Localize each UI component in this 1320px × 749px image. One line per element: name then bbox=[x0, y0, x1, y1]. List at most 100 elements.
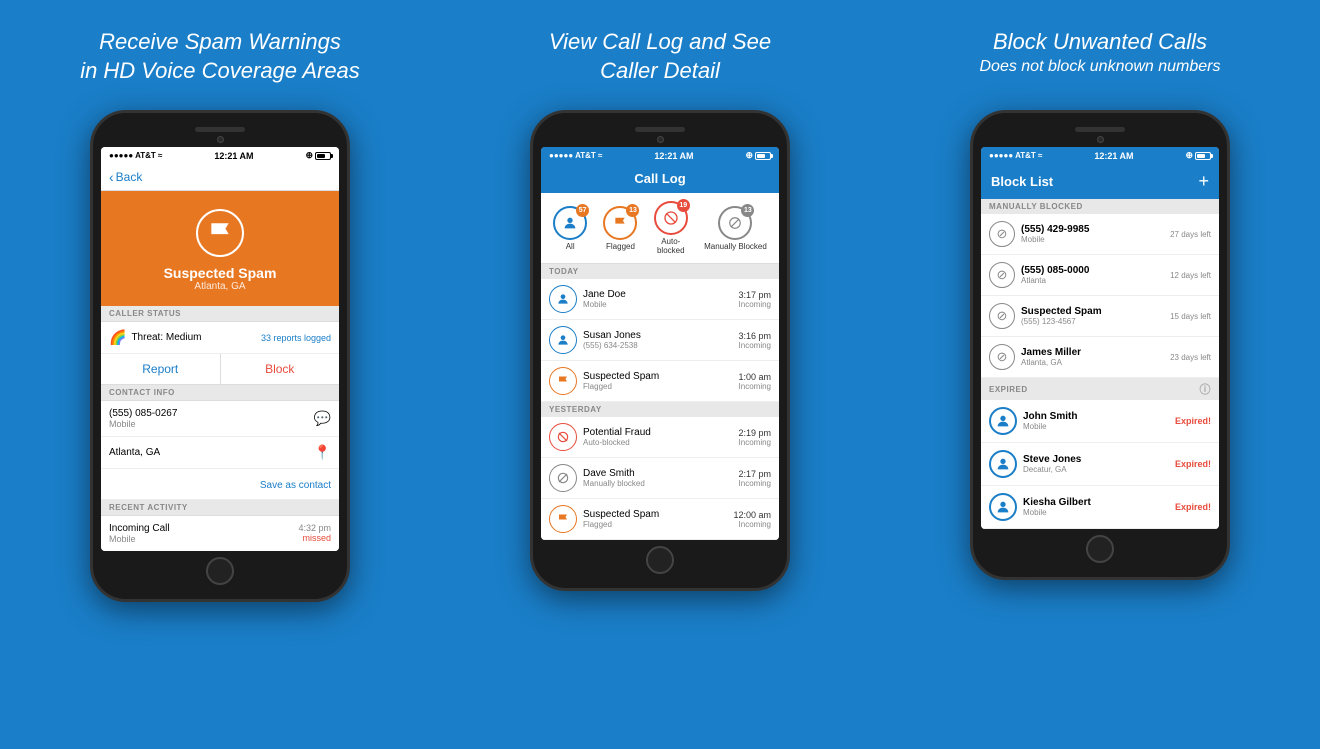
susan-sub: (555) 634-2538 bbox=[583, 341, 732, 350]
block-row-2[interactable]: ⊘ Suspected Spam (555) 123-4567 15 days … bbox=[981, 296, 1219, 337]
call-row-jane[interactable]: Jane Doe Mobile 3:17 pm Incoming bbox=[541, 279, 779, 320]
expired-name-2: Kiesha Gilbert bbox=[1023, 497, 1169, 508]
contact-address-row: Atlanta, GA 📍 bbox=[101, 437, 339, 469]
home-button-3[interactable] bbox=[1086, 535, 1114, 563]
call-row-fraud[interactable]: Potential Fraud Auto-blocked 2:19 pm Inc… bbox=[541, 417, 779, 458]
person-jane-icon bbox=[556, 292, 570, 306]
call-row-spam-yesterday[interactable]: Suspected Spam Flagged 12:00 am Incoming bbox=[541, 499, 779, 540]
call-row-susan[interactable]: Susan Jones (555) 634-2538 3:16 pm Incom… bbox=[541, 320, 779, 361]
caller-name: Suspected Spam bbox=[164, 265, 277, 281]
panel-spam-warnings: Receive Spam Warnings in HD Voice Covera… bbox=[0, 0, 440, 749]
block-name-1: (555) 085-0000 bbox=[1021, 265, 1164, 276]
tab-flagged[interactable]: 13 Flagged bbox=[603, 206, 637, 251]
expired-sub-2: Mobile bbox=[1023, 508, 1169, 517]
status-bar-2: ●●●●● AT&T ≈ 12:21 AM ⊕ bbox=[541, 147, 779, 164]
block-icon-2: ⊘ bbox=[989, 303, 1015, 329]
block-days-2: 15 days left bbox=[1170, 312, 1211, 321]
call-log-tabs: 57 All 13 Flagged bbox=[541, 193, 779, 264]
block-row-0[interactable]: ⊘ (555) 429-9985 Mobile 27 days left bbox=[981, 214, 1219, 255]
back-button-1[interactable]: ‹ Back bbox=[109, 169, 142, 185]
tab-autoblocked-label: Auto-blocked bbox=[657, 237, 685, 255]
home-button-2[interactable] bbox=[646, 546, 674, 574]
expired-info-icon: ⓘ bbox=[1200, 381, 1212, 397]
save-contact-link[interactable]: Save as contact bbox=[260, 480, 331, 491]
carrier-2: ●●●●● AT&T ≈ bbox=[549, 151, 602, 160]
manually-blocked-label: MANUALLY BLOCKED bbox=[981, 199, 1219, 214]
yesterday-label: YESTERDAY bbox=[541, 402, 779, 417]
susan-time: 3:16 pm bbox=[738, 331, 771, 341]
caller-status-label: CALLER STATUS bbox=[101, 306, 339, 322]
panel2-title: View Call Log and See Caller Detail bbox=[549, 28, 771, 88]
action-row: Report Block bbox=[101, 354, 339, 385]
expired-row-0[interactable]: John Smith Mobile Expired! bbox=[981, 400, 1219, 443]
contact-address: Atlanta, GA bbox=[109, 447, 160, 458]
phone-top-3 bbox=[981, 127, 1219, 143]
block-button[interactable]: Block bbox=[221, 354, 340, 384]
phone-frame-3: ●●●●● AT&T ≈ 12:21 AM ⊕ Block List + MAN… bbox=[970, 110, 1230, 580]
time-3: 12:21 AM bbox=[1094, 151, 1133, 161]
add-block-button[interactable]: + bbox=[1198, 171, 1209, 192]
block-days-0: 27 days left bbox=[1170, 230, 1211, 239]
susan-direction: Incoming bbox=[738, 341, 771, 350]
spam-today-name: Suspected Spam bbox=[583, 371, 732, 382]
recent-activity-label: RECENT ACTIVITY bbox=[101, 500, 339, 516]
tab-manually-badge: 13 bbox=[741, 204, 754, 217]
dave-icon bbox=[549, 464, 577, 492]
jane-icon bbox=[549, 285, 577, 313]
block-sub-3: Atlanta, GA bbox=[1021, 358, 1164, 367]
call-row-spam-today[interactable]: Suspected Spam Flagged 1:00 am Incoming bbox=[541, 361, 779, 402]
caller-location: Atlanta, GA bbox=[194, 281, 245, 292]
nav-bar-back-1: ‹ Back bbox=[101, 164, 339, 191]
battery-1 bbox=[315, 152, 331, 160]
tab-manually-label: Manually Blocked bbox=[704, 242, 767, 251]
block-days-3: 23 days left bbox=[1170, 353, 1211, 362]
expired-row-2[interactable]: Kiesha Gilbert Mobile Expired! bbox=[981, 486, 1219, 529]
spam-yesterday-time: 12:00 am bbox=[733, 510, 771, 520]
block-row-1[interactable]: ⊘ (555) 085-0000 Atlanta 12 days left bbox=[981, 255, 1219, 296]
block-tab-icon bbox=[663, 210, 679, 226]
spam-icon-circle bbox=[196, 209, 244, 257]
block-sub-1: Atlanta bbox=[1021, 276, 1164, 285]
back-label: Back bbox=[116, 170, 143, 184]
tab-manually[interactable]: 13 Manually Blocked bbox=[704, 206, 767, 251]
expired-badge-2: Expired! bbox=[1175, 502, 1211, 512]
block-sub-0: Mobile bbox=[1021, 235, 1164, 244]
tab-all[interactable]: 57 All bbox=[553, 206, 587, 251]
phone-camera-1 bbox=[217, 136, 224, 143]
block-days-1: 12 days left bbox=[1170, 271, 1211, 280]
report-button[interactable]: Report bbox=[101, 354, 221, 384]
tab-all-label: All bbox=[566, 242, 575, 251]
panel-block-list: Block Unwanted Calls Does not block unkn… bbox=[880, 0, 1320, 749]
carrier-1: ●●●●● AT&T ≈ bbox=[109, 151, 162, 160]
contact-phone-type: Mobile bbox=[109, 419, 177, 429]
spam-yesterday-direction: Incoming bbox=[733, 520, 771, 529]
home-button-1[interactable] bbox=[206, 557, 234, 585]
expired-name-1: Steve Jones bbox=[1023, 454, 1169, 465]
expired-row-1[interactable]: Steve Jones Decatur, GA Expired! bbox=[981, 443, 1219, 486]
flag-spam-today-icon bbox=[557, 375, 569, 387]
phone-camera-3 bbox=[1097, 136, 1104, 143]
tab-all-badge: 57 bbox=[576, 204, 589, 217]
tab-autoblocked[interactable]: 19 Auto-blocked bbox=[654, 201, 688, 255]
phone-frame-1: ●●●●● AT&T ≈ 12:21 AM ⊕ ‹ Back bbox=[90, 110, 350, 602]
jane-time: 3:17 pm bbox=[738, 290, 771, 300]
spam-yesterday-name: Suspected Spam bbox=[583, 509, 727, 520]
phone-frame-2: ●●●●● AT&T ≈ 12:21 AM ⊕ Call Log bbox=[530, 110, 790, 591]
nav-bar-call-log: Call Log bbox=[541, 164, 779, 193]
status-bar-1: ●●●●● AT&T ≈ 12:21 AM ⊕ bbox=[101, 147, 339, 164]
tab-autoblocked-icon: 19 bbox=[654, 201, 688, 235]
nav-block-list-title: Block List bbox=[991, 174, 1053, 189]
activity-sub: Mobile bbox=[109, 534, 170, 544]
spam-yesterday-icon bbox=[549, 505, 577, 533]
panel-call-log: View Call Log and See Caller Detail ●●●●… bbox=[440, 0, 880, 749]
jane-sub: Mobile bbox=[583, 300, 732, 309]
time-1: 12:21 AM bbox=[214, 151, 253, 161]
chevron-left-icon: ‹ bbox=[109, 169, 114, 185]
block-row-3[interactable]: ⊘ James Miller Atlanta, GA 23 days left bbox=[981, 337, 1219, 378]
susan-icon bbox=[549, 326, 577, 354]
spam-today-time: 1:00 am bbox=[738, 372, 771, 382]
caller-header: Suspected Spam Atlanta, GA bbox=[101, 191, 339, 306]
status-bar-3: ●●●●● AT&T ≈ 12:21 AM ⊕ bbox=[981, 147, 1219, 164]
activity-status: missed bbox=[298, 533, 331, 543]
call-row-dave[interactable]: Dave Smith Manually blocked 2:17 pm Inco… bbox=[541, 458, 779, 499]
